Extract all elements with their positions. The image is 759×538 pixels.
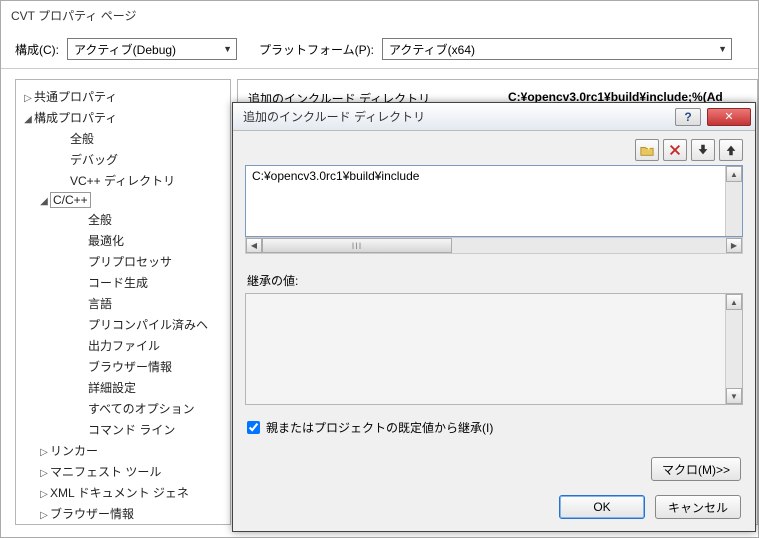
tree-node-label: 最適化 [88,234,124,248]
chevron-down-icon: ▼ [718,44,727,54]
vertical-scrollbar[interactable]: ▲ [725,166,742,236]
help-button[interactable]: ? [675,108,701,126]
tree-node[interactable]: ▷リンカー [18,440,228,461]
directory-listbox[interactable]: C:¥opencv3.0rc1¥build¥include ▲ [245,165,743,237]
tree-node[interactable]: ▷ブラウザー情報 [18,503,228,524]
horizontal-scrollbar[interactable]: ◀ III ▶ [245,237,743,254]
delete-button[interactable] [663,139,687,161]
tree-node[interactable]: 言語 [18,293,228,314]
tree-node[interactable]: 詳細設定 [18,377,228,398]
configuration-bar: 構成(C): アクティブ(Debug) ▼ プラットフォーム(P): アクティブ… [1,30,758,69]
navigation-tree[interactable]: ▷共通プロパティ◢構成プロパティ全般デバッグVC++ ディレクトリ◢C/C++全… [15,79,231,525]
new-folder-button[interactable] [635,139,659,161]
scroll-thumb[interactable]: III [262,238,452,253]
tree-node-label: プリプロセッサ [88,255,172,269]
tree-node[interactable]: プリプロセッサ [18,251,228,272]
tree-node[interactable]: ◢構成プロパティ [18,107,228,128]
window-title: CVT プロパティ ページ [1,1,758,30]
tree-node[interactable]: ▷XML ドキュメント ジェネ [18,482,228,503]
tree-node-label: C/C++ [50,192,91,208]
tree-node-label: ブラウザー情報 [88,360,172,374]
tree-node[interactable]: 全般 [18,209,228,230]
include-directories-dialog: 追加のインクルード ディレクトリ ? ✕ C:¥opencv3.0rc1¥bui… [232,102,756,532]
inherited-label: 継承の値: [247,272,741,289]
platform-dropdown[interactable]: アクティブ(x64) ▼ [382,38,732,60]
tree-node[interactable]: ▷マニフェスト ツール [18,461,228,482]
cancel-button[interactable]: キャンセル [655,495,741,519]
scroll-left-button[interactable]: ◀ [246,238,262,253]
dialog-button-row: OK キャンセル [559,495,741,519]
tree-node[interactable]: コマンド ライン [18,419,228,440]
dialog-titlebar: 追加のインクルード ディレクトリ ? ✕ [233,103,755,131]
folder-sparkle-icon [640,143,654,157]
inherit-checkbox[interactable] [247,421,260,434]
tree-node-label: VC++ ディレクトリ [70,174,175,188]
move-down-button[interactable] [691,139,715,161]
platform-label: プラットフォーム(P): [259,41,374,58]
dialog-toolbar [233,131,755,165]
scroll-track[interactable]: III [262,238,726,253]
tree-node[interactable]: ブラウザー情報 [18,356,228,377]
tree-node-label: デバッグ [70,153,118,167]
scroll-up-button[interactable]: ▲ [726,166,742,182]
tree-node[interactable]: プリコンパイル済みヘ [18,314,228,335]
dialog-title: 追加のインクルード ディレクトリ [243,108,675,125]
tree-node-label: 構成プロパティ [34,111,117,125]
tree-node-label: 全般 [70,132,94,146]
vertical-scrollbar[interactable]: ▲ ▼ [725,294,742,404]
chevron-down-icon: ▼ [223,44,232,54]
tree-node[interactable]: VC++ ディレクトリ [18,170,228,191]
tree-node-label: コマンド ライン [88,423,175,437]
tree-expander-icon[interactable]: ▷ [38,489,50,500]
arrow-down-icon [696,143,710,157]
tree-expander-icon[interactable]: ◢ [38,196,50,207]
tree-node[interactable]: ◢C/C++ [18,191,228,209]
thumb-grip: III [352,241,363,251]
config-value: アクティブ(Debug) [74,41,176,58]
arrow-up-icon [724,143,738,157]
tree-node-label: 言語 [88,297,112,311]
tree-expander-icon[interactable]: ◢ [22,114,34,125]
tree-node[interactable]: すべてのオプション [18,398,228,419]
inherit-checkbox-row: 親またはプロジェクトの既定値から継承(I) [247,419,741,436]
tree-expander-icon[interactable]: ▷ [38,468,50,479]
inherit-checkbox-label[interactable]: 親またはプロジェクトの既定値から継承(I) [266,419,493,436]
x-icon [668,143,682,157]
tree-node[interactable]: 最適化 [18,230,228,251]
inherited-listbox[interactable]: ▲ ▼ [245,293,743,405]
scroll-down-button[interactable]: ▼ [726,388,742,404]
tree-node[interactable]: デバッグ [18,149,228,170]
tree-node-label: コード生成 [88,276,148,290]
tree-expander-icon[interactable]: ▷ [38,447,50,458]
list-item[interactable]: C:¥opencv3.0rc1¥build¥include [246,166,742,187]
tree-expander-icon[interactable]: ▷ [38,510,50,521]
move-up-button[interactable] [719,139,743,161]
scroll-up-button[interactable]: ▲ [726,294,742,310]
tree-node-label: 出力ファイル [88,339,160,353]
tree-node[interactable]: 全般 [18,128,228,149]
config-label: 構成(C): [15,41,59,58]
ok-button[interactable]: OK [559,495,645,519]
tree-node-label: 全般 [88,213,112,227]
close-button[interactable]: ✕ [707,108,751,126]
scroll-right-button[interactable]: ▶ [726,238,742,253]
tree-node-label: マニフェスト ツール [50,465,161,479]
platform-value: アクティブ(x64) [389,41,475,58]
tree-node-label: ブラウザー情報 [50,507,134,521]
tree-node-label: すべてのオプション [88,402,195,416]
tree-node-label: プリコンパイル済みヘ [88,318,208,332]
tree-node-label: XML ドキュメント ジェネ [50,486,189,500]
config-dropdown[interactable]: アクティブ(Debug) ▼ [67,38,237,60]
tree-node[interactable]: 出力ファイル [18,335,228,356]
tree-expander-icon[interactable]: ▷ [22,93,34,104]
tree-node[interactable]: ▷共通プロパティ [18,86,228,107]
macro-button[interactable]: マクロ(M)>> [651,457,741,481]
tree-node[interactable]: コード生成 [18,272,228,293]
tree-node[interactable]: ▷ビルド イベント [18,524,228,525]
tree-node-label: 共通プロパティ [34,90,117,104]
tree-node-label: リンカー [50,444,98,458]
tree-node-label: 詳細設定 [88,381,136,395]
